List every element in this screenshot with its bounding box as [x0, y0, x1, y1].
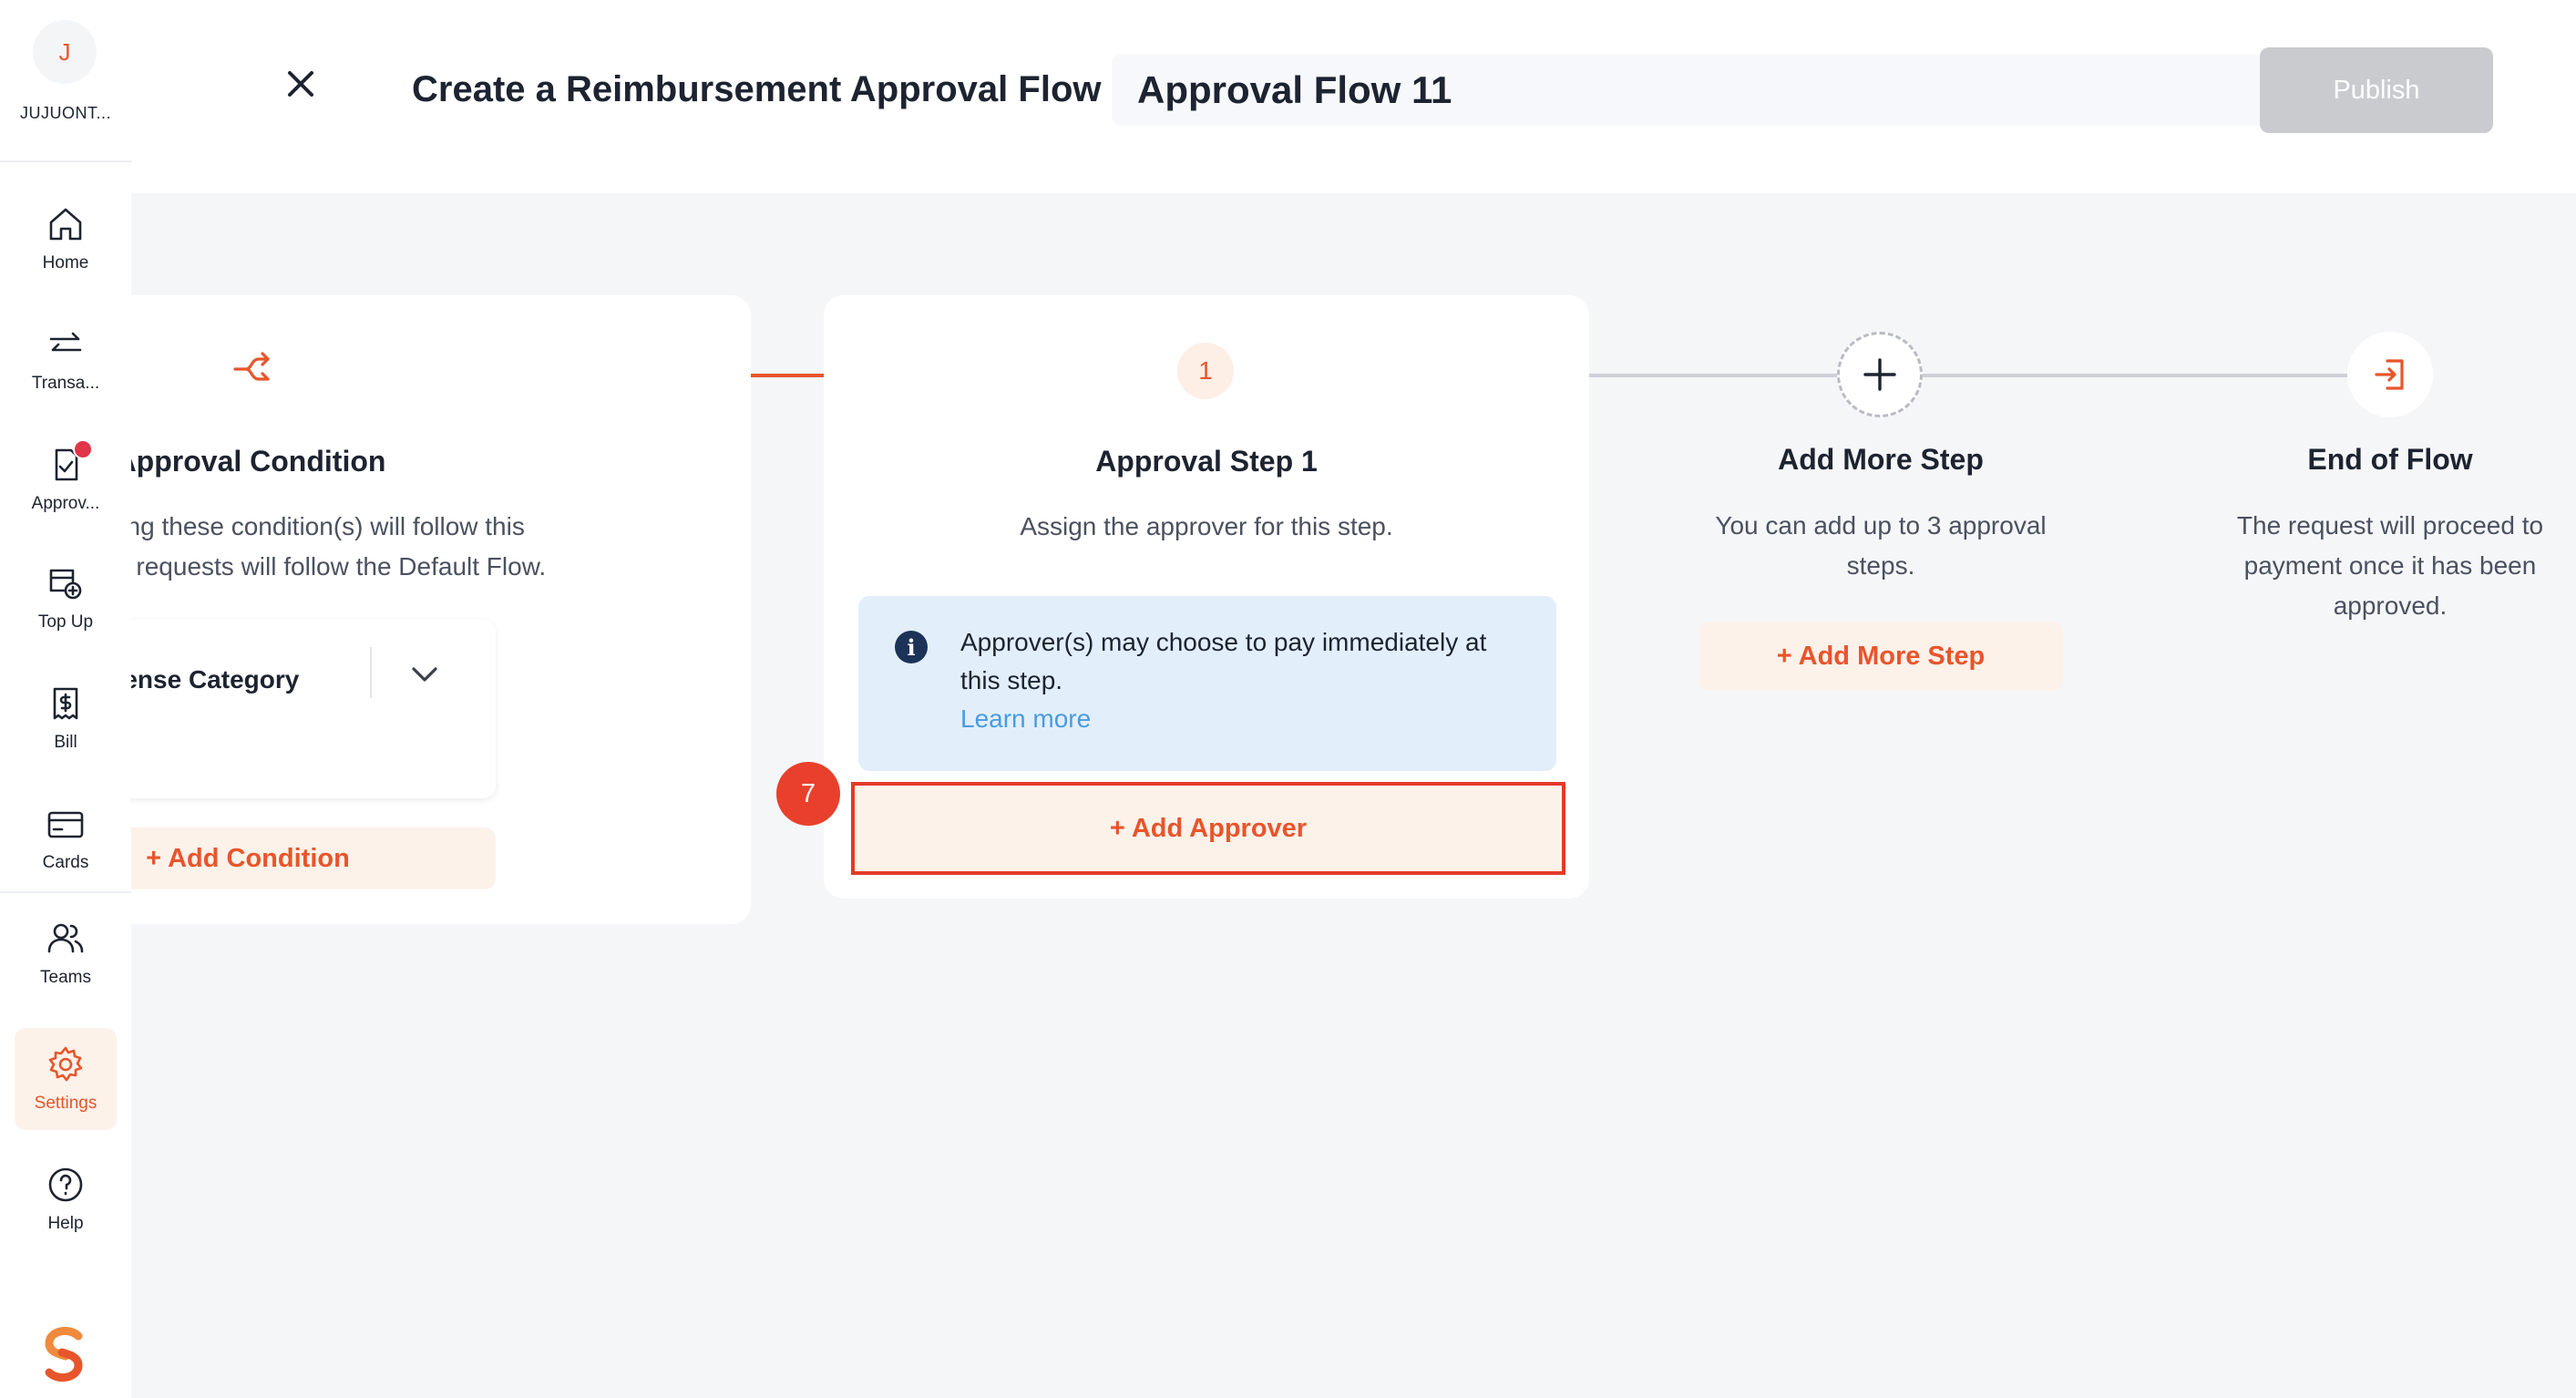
- sidebar-item-label: Teams: [40, 968, 91, 987]
- transfer-arrows-icon: [49, 332, 82, 352]
- add-more-step-button[interactable]: + Add More Step: [1699, 622, 2063, 691]
- home-icon: [49, 208, 82, 241]
- add-step-title: Add More Step: [1778, 443, 1984, 476]
- sidebar-item-help[interactable]: Help: [15, 1148, 117, 1250]
- sidebar-item-label: Help: [47, 1214, 84, 1233]
- notification-dot: [73, 439, 93, 459]
- sidebar-item-label: Settings: [34, 1094, 97, 1113]
- page-title: Create a Reimbursement Approval Flow: [412, 69, 1102, 109]
- end-of-flow-description: The request will proceed to payment once…: [2236, 511, 2544, 620]
- sidebar-item-bill[interactable]: Bill: [15, 667, 117, 769]
- approval-step-card: 1 Approval Step 1 Assign the approver fo…: [824, 295, 1589, 899]
- condition-separator: [370, 647, 372, 698]
- gear-icon: [48, 1046, 83, 1082]
- step-marker-badge: 7: [776, 762, 840, 826]
- sidebar-item-label: Transa...: [31, 374, 100, 393]
- sidebar-item-approvals[interactable]: Approv...: [15, 428, 117, 530]
- sidebar-item-label: Home: [42, 253, 89, 272]
- step-description: Assign the approver for this step.: [1020, 512, 1393, 540]
- connector-line: [1923, 374, 2349, 377]
- bill-dollar-icon: [53, 687, 78, 720]
- info-icon: i: [895, 631, 928, 663]
- approval-condition-card: Approval Condition Requests meeting thes…: [0, 295, 751, 924]
- sidebar-item-cards[interactable]: Cards: [15, 787, 117, 889]
- top-up-icon: [49, 569, 82, 600]
- sidebar-divider: [0, 891, 131, 893]
- sidebar-item-label: Cards: [42, 853, 89, 872]
- sidebar-item-label: Bill: [54, 733, 77, 752]
- learn-more-link[interactable]: Learn more: [960, 700, 1091, 738]
- brand-logo: [45, 1326, 83, 1383]
- add-approver-button[interactable]: + Add Approver: [851, 782, 1565, 875]
- card-icon: [47, 811, 84, 838]
- end-of-flow-title: End of Flow: [2307, 443, 2473, 476]
- chevron-down-icon[interactable]: [406, 656, 443, 693]
- add-step-circle[interactable]: [1837, 332, 1923, 417]
- org-avatar[interactable]: J: [33, 20, 97, 84]
- sidebar-item-label: Top Up: [37, 612, 94, 632]
- step-number-badge: 1: [1177, 343, 1234, 399]
- step-title: Approval Step 1: [1095, 445, 1318, 478]
- teams-icon: [47, 923, 84, 953]
- header: Create a Reimbursement Approval Flow Pub…: [131, 0, 2576, 193]
- sidebar-item-top-up[interactable]: Top Up: [15, 547, 117, 649]
- org-switcher[interactable]: J JUJUONT...: [0, 0, 131, 162]
- close-button[interactable]: [273, 57, 328, 111]
- close-icon: [288, 71, 313, 97]
- connector-line: [1589, 374, 1839, 377]
- end-of-flow-circle: [2347, 332, 2433, 417]
- sidebar-item-transactions[interactable]: Transa...: [15, 308, 117, 410]
- condition-branch-icon: [231, 348, 273, 390]
- sidebar-item-teams[interactable]: Teams: [15, 902, 117, 1004]
- add-step-description: You can add up to 3 approval steps.: [1715, 511, 2047, 580]
- flow-name-input[interactable]: [1112, 55, 2333, 126]
- sidebar-item-label: Approv...: [31, 494, 100, 513]
- plus-icon: [1863, 358, 1896, 391]
- publish-button[interactable]: Publish: [2260, 47, 2493, 133]
- sidebar-item-home[interactable]: Home: [15, 188, 117, 290]
- exit-door-icon: [2375, 359, 2404, 390]
- sidebar: J JUJUONT... Home Transa... Approv... To…: [0, 0, 131, 1398]
- org-name: JUJUONT...: [19, 104, 111, 122]
- info-text: Approver(s) may choose to pay immediatel…: [960, 628, 1487, 694]
- help-icon: [48, 1167, 83, 1202]
- info-banner: i Approver(s) may choose to pay immediat…: [858, 596, 1556, 771]
- connector-line: [751, 374, 824, 377]
- sidebar-item-settings[interactable]: Settings: [15, 1028, 117, 1130]
